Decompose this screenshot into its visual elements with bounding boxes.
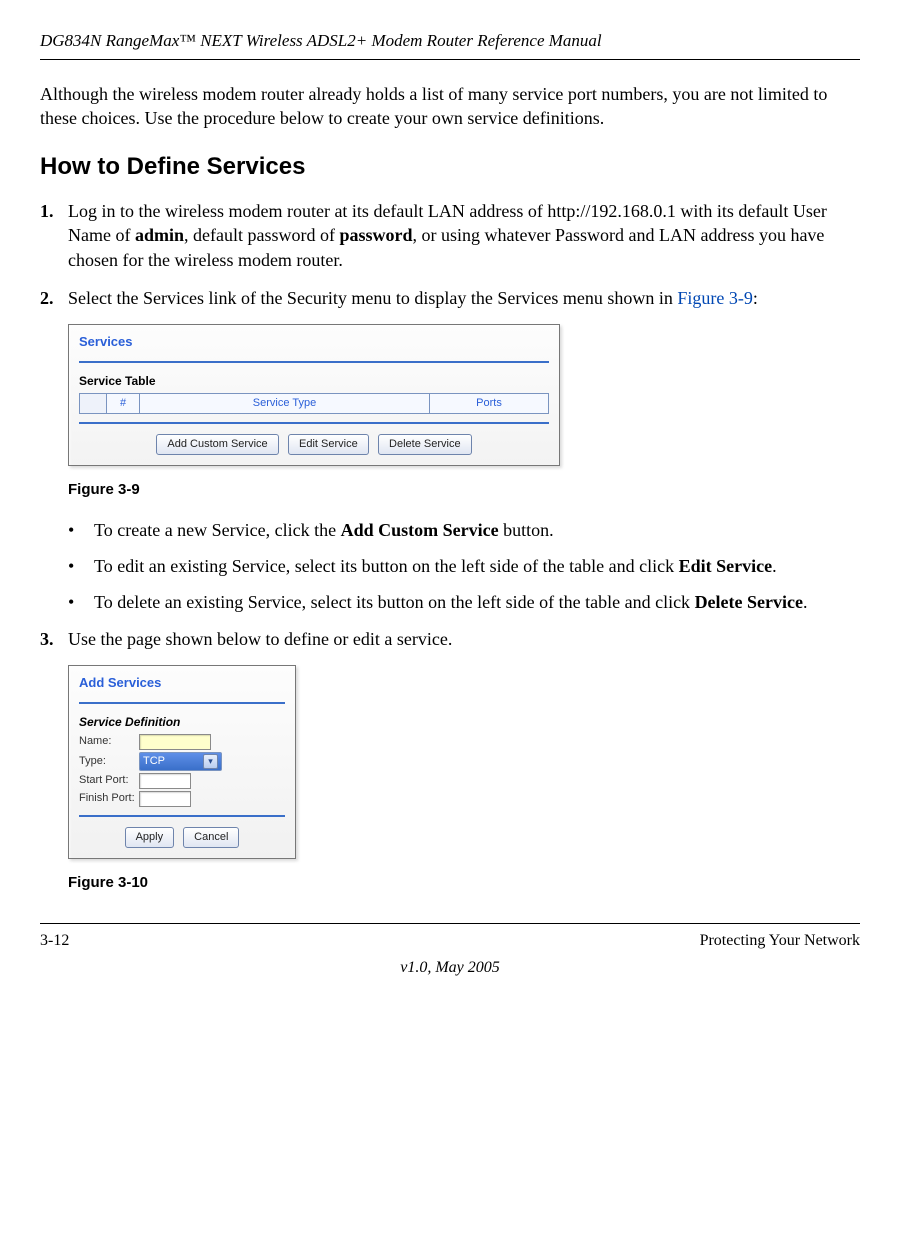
footer-version: v1.0, May 2005: [40, 957, 860, 979]
step-2-text: Select the Services link of the Security…: [68, 286, 860, 310]
intro-paragraph: Although the wireless modem router alrea…: [40, 82, 860, 131]
section-heading: How to Define Services: [40, 151, 860, 183]
bullet-dot: •: [68, 590, 94, 614]
name-label: Name:: [79, 734, 139, 749]
step-3-text: Use the page shown below to define or ed…: [68, 627, 860, 651]
service-definition-label: Service Definition: [79, 714, 285, 730]
figure-3-9-caption: Figure 3-9: [68, 480, 860, 500]
table-col-type: Service Type: [140, 393, 430, 413]
step-2-after: :: [753, 288, 758, 308]
bullet-add: • To create a new Service, click the Add…: [68, 518, 860, 542]
bullet-add-text: To create a new Service, click the Add C…: [94, 518, 860, 542]
bullet-edit-text: To edit an existing Service, select its …: [94, 554, 860, 578]
divider: [79, 702, 285, 704]
bullet-delete: • To delete an existing Service, select …: [68, 590, 860, 614]
figure-3-10-caption: Figure 3-10: [68, 873, 860, 893]
delete-service-button[interactable]: Delete Service: [378, 434, 472, 455]
start-port-label: Start Port:: [79, 773, 139, 788]
step-3: 3. Use the page shown below to define or…: [40, 627, 860, 651]
finish-port-input[interactable]: [139, 791, 191, 807]
type-select-value: TCP: [143, 754, 165, 769]
bullet-add-bold: Add Custom Service: [341, 520, 499, 540]
doc-header: DG834N RangeMax™ NEXT Wireless ADSL2+ Mo…: [40, 30, 860, 60]
add-custom-service-button[interactable]: Add Custom Service: [156, 434, 278, 455]
services-title: Services: [79, 333, 549, 351]
chevron-down-icon: ▾: [203, 754, 218, 769]
step-1: 1. Log in to the wireless modem router a…: [40, 199, 860, 272]
bullet-add-post: button.: [499, 520, 554, 540]
bullet-delete-text: To delete an existing Service, select it…: [94, 590, 860, 614]
step-2: 2. Select the Services link of the Secur…: [40, 286, 860, 310]
cancel-button[interactable]: Cancel: [183, 827, 239, 848]
table-col-num: #: [107, 393, 140, 413]
bullet-dot: •: [68, 518, 94, 542]
footer-right: Protecting Your Network: [700, 930, 860, 952]
table-col-ports: Ports: [430, 393, 549, 413]
step-2-number: 2.: [40, 286, 68, 310]
type-select[interactable]: TCP ▾: [139, 752, 222, 771]
add-services-buttons: Apply Cancel: [79, 827, 285, 848]
name-input[interactable]: [139, 734, 211, 750]
services-buttons: Add Custom Service Edit Service Delete S…: [79, 434, 549, 455]
step-1-password: password: [339, 225, 412, 245]
service-table-label: Service Table: [79, 373, 549, 389]
add-services-title: Add Services: [79, 674, 285, 692]
page-number: 3-12: [40, 930, 69, 952]
bullet-edit: • To edit an existing Service, select it…: [68, 554, 860, 578]
edit-service-button[interactable]: Edit Service: [288, 434, 369, 455]
add-services-panel: Add Services Service Definition Name: Ty…: [68, 665, 296, 859]
services-panel: Services Service Table # Service Type Po…: [68, 324, 560, 465]
step-1-admin: admin: [135, 225, 184, 245]
apply-button[interactable]: Apply: [125, 827, 175, 848]
step-1-text: Log in to the wireless modem router at i…: [68, 199, 860, 272]
divider: [79, 815, 285, 817]
figure-3-10: Add Services Service Definition Name: Ty…: [68, 665, 860, 859]
step-1-number: 1.: [40, 199, 68, 272]
divider: [79, 422, 549, 424]
bullet-add-pre: To create a new Service, click the: [94, 520, 341, 540]
figure-3-9: Services Service Table # Service Type Po…: [68, 324, 860, 465]
bullet-dot: •: [68, 554, 94, 578]
finish-port-label: Finish Port:: [79, 791, 139, 806]
bullet-edit-bold: Edit Service: [679, 556, 772, 576]
page-footer: 3-12 Protecting Your Network: [40, 923, 860, 952]
step-3-number: 3.: [40, 627, 68, 651]
table-col-select: [80, 393, 107, 413]
bullet-delete-bold: Delete Service: [695, 592, 803, 612]
bullet-edit-post: .: [772, 556, 777, 576]
step-2-pre: Select the Services link of the Security…: [68, 288, 677, 308]
bullet-edit-pre: To edit an existing Service, select its …: [94, 556, 679, 576]
divider: [79, 361, 549, 363]
figure-3-9-link[interactable]: Figure 3-9: [677, 288, 753, 308]
type-label: Type:: [79, 754, 139, 769]
step-1-mid: , default password of: [184, 225, 339, 245]
start-port-input[interactable]: [139, 773, 191, 789]
bullet-delete-pre: To delete an existing Service, select it…: [94, 592, 695, 612]
bullet-delete-post: .: [803, 592, 808, 612]
service-table: # Service Type Ports: [79, 393, 549, 414]
